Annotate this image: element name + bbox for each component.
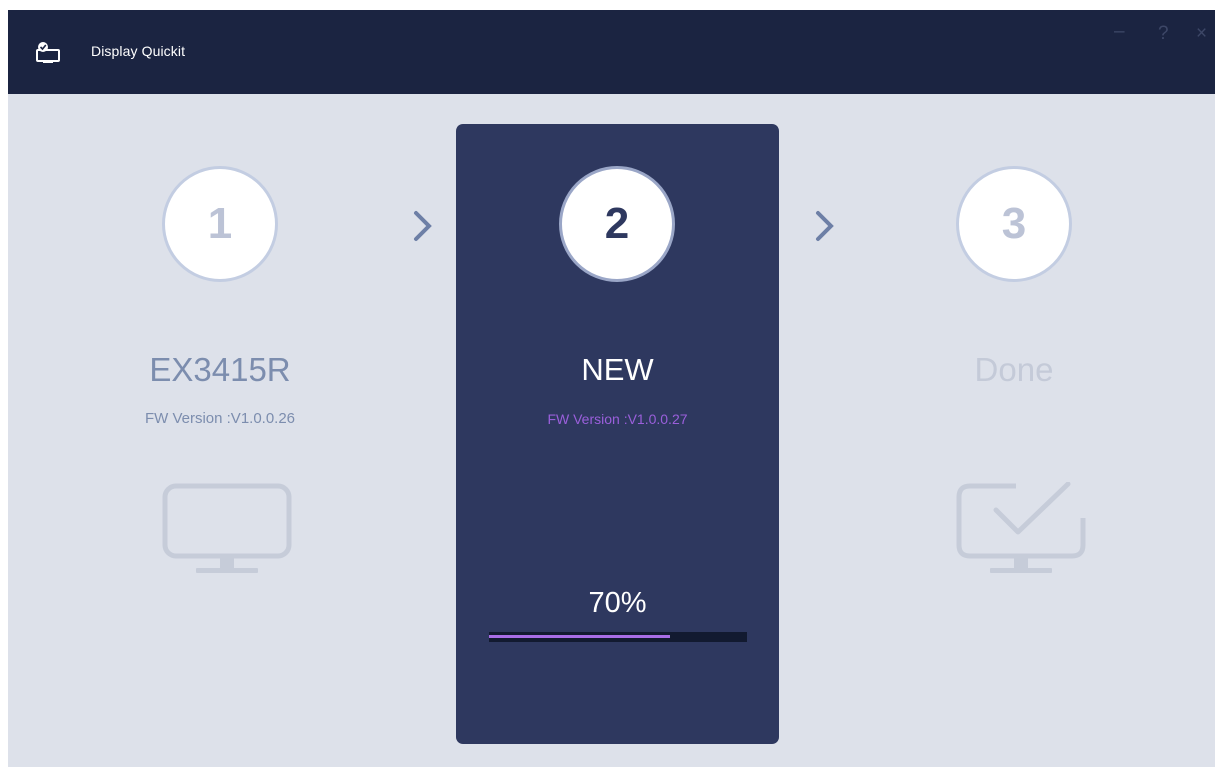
monitor-icon [162,483,292,573]
new-firmware-title: NEW [581,352,654,387]
progress-bar [489,632,747,642]
step-2-number: 2 [559,166,675,282]
step-3-done: 3 Done [884,94,1144,734]
display-quickit-app-icon [36,42,60,63]
stepper-content: 1 EX3415R FW Version :V1.0.0.26 2 NEW FW… [8,94,1215,767]
device-model-name: EX3415R [149,351,291,388]
monitor-check-icon [956,482,1086,573]
help-button[interactable]: ? [1158,24,1169,44]
step-1-current-firmware: 1 EX3415R FW Version :V1.0.0.26 [90,94,350,734]
current-fw-version: FW Version :V1.0.0.26 [144,410,296,427]
progress-bar-fill [489,635,670,638]
step-1-number: 1 [162,166,278,282]
minimize-button[interactable]: – [1114,22,1125,42]
done-label: Done [974,351,1054,388]
step-3-number: 3 [956,166,1072,282]
close-button[interactable]: × [1196,24,1207,44]
app-window: Display Quickit – ? × 1 EX3415R FW Versi… [8,10,1215,767]
new-fw-version: FW Version :V1.0.0.27 [547,411,688,427]
title-bar: Display Quickit – ? × [8,10,1215,94]
progress-percent: 70% [588,587,647,619]
step-2-new-firmware-card: 2 NEW FW Version :V1.0.0.27 70% [456,124,779,744]
chevron-right-icon [816,211,834,241]
chevron-right-icon [414,211,432,241]
app-title: Display Quickit [91,43,186,59]
